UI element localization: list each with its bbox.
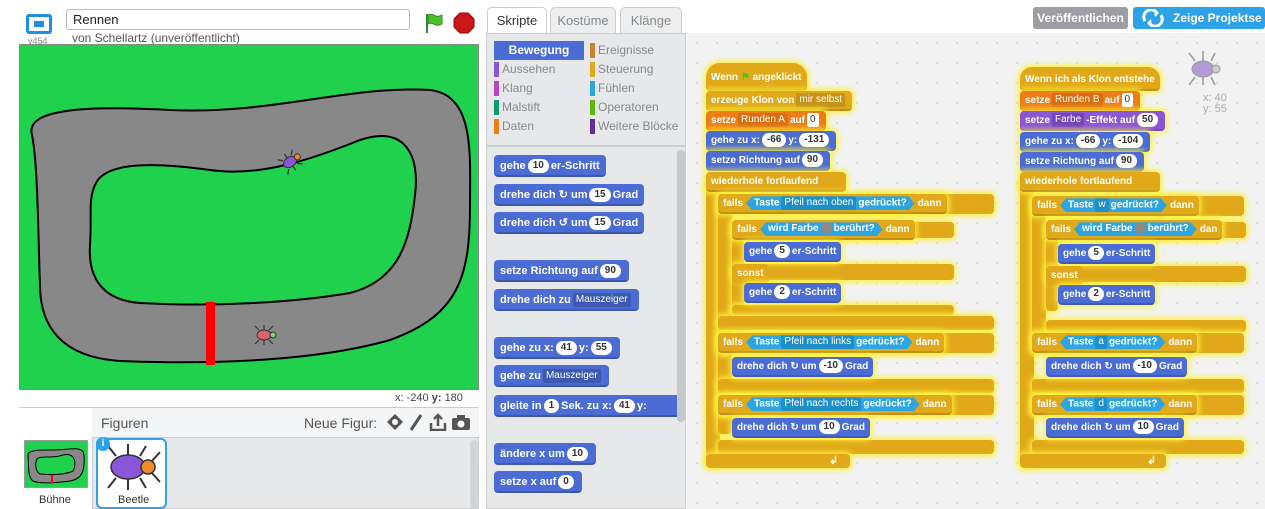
green-flag-icon[interactable] [423, 12, 445, 34]
category-pen[interactable]: Malstift [494, 98, 584, 117]
camera-icon[interactable] [451, 414, 471, 430]
stage-thumbnail[interactable] [24, 440, 88, 488]
sprites-title: Figuren [101, 415, 149, 431]
if-key-d-block[interactable]: falls Taste d gedrückt? dann [1032, 395, 1198, 415]
sprite-library-icon[interactable] [386, 413, 404, 431]
when-flag-clicked-block[interactable]: Wenn ⚑ angeklickt [706, 63, 807, 91]
project-title-input[interactable] [66, 9, 410, 30]
category-operators[interactable]: Operatoren [590, 98, 685, 117]
publish-button[interactable]: Veröffentlichen [1033, 7, 1128, 29]
green-flag-icon: ⚑ [740, 72, 750, 83]
set-variable-block[interactable]: setze Runden Aauf 0 [706, 111, 826, 131]
see-inside-icon [1142, 9, 1164, 27]
palette-point-towards-block[interactable]: drehe dich zu Mauszeiger [494, 289, 639, 311]
forever-block[interactable]: wiederhole fortlaufend [706, 172, 846, 192]
if-key-right-block[interactable]: falls Taste Pfeil nach rechts gedrückt? dann [718, 395, 952, 415]
block-palette: gehe 10 er-Schritt drehe dich ↻ um 15 Grad d… [486, 146, 686, 509]
current-sprite-preview [1188, 51, 1221, 86]
turn-10-block-2[interactable]: drehe dich ↻ um 10 Grad [1046, 418, 1184, 438]
coord-y: 180 [444, 392, 463, 404]
forever-block-2[interactable]: wiederhole fortlaufend [1020, 172, 1160, 192]
palette-glide-block[interactable]: gleite in 1 Sek. zu x: 41 y: [494, 395, 685, 417]
new-sprite-label: Neue Figur: [304, 415, 378, 431]
stage-coordinates: x: -240 y: 180 [395, 392, 463, 404]
category-sensing[interactable]: Fühlen [590, 79, 685, 98]
upload-icon[interactable] [429, 413, 447, 431]
palette-goto-block[interactable]: gehe zu Mauszeiger [494, 365, 609, 387]
stage[interactable] [19, 44, 479, 390]
palette-point-direction-block[interactable]: setze Richtung auf 90 [494, 260, 629, 282]
turn-minus-10-block-2[interactable]: drehe dich ↻ um -10 Grad [1046, 357, 1188, 377]
stop-icon[interactable] [453, 12, 475, 34]
set-variable-b-block[interactable]: setze Runden Bauf 0 [1020, 91, 1141, 111]
fullscreen-icon[interactable] [26, 14, 52, 34]
if-key-up-block[interactable]: falls Taste Pfeil nach oben gedrückt? dann [718, 194, 947, 214]
point-direction-block-2[interactable]: setze Richtung auf 90 [1020, 152, 1145, 172]
category-events[interactable]: Ereignisse [590, 41, 685, 60]
category-panel: Bewegung Aussehen Klang Malstift Daten E… [486, 33, 686, 146]
sprite-position: x: 40 y: 55 [1203, 92, 1227, 115]
else-label: sonst [732, 264, 769, 284]
point-direction-block[interactable]: setze Richtung auf 90 [706, 151, 831, 171]
coord-x: -240 [406, 392, 429, 404]
category-control[interactable]: Steuerung [590, 60, 685, 79]
palette-goto-xy-block[interactable]: gehe zu x: 41 y: 55 [494, 337, 620, 359]
category-sound[interactable]: Klang [494, 79, 584, 98]
if-key-left-block[interactable]: falls Taste Pfeil nach links gedrückt? dann [718, 333, 945, 353]
palette-turn-right-block[interactable]: drehe dich ↻ um 15 Grad [494, 184, 645, 206]
move-5-block-2[interactable]: gehe 5 er-Schritt [1058, 244, 1156, 264]
move-2-block[interactable]: gehe 2 er-Schritt [744, 283, 842, 303]
tab-costumes[interactable]: Kostüme [550, 7, 616, 34]
turn-10-block[interactable]: drehe dich ↻ um 10 Grad [732, 418, 870, 438]
category-looks[interactable]: Aussehen [494, 60, 584, 79]
palette-change-x-block[interactable]: ändere x um 10 [494, 443, 596, 465]
palette-turn-left-block[interactable]: drehe dich ↺ um 15 Grad [494, 212, 645, 234]
palette-scrollbar[interactable] [677, 150, 685, 422]
create-clone-block[interactable]: erzeuge Klon von mir selbst [706, 91, 853, 111]
script-area[interactable]: Wenn ⚑ angeklickt erzeuge Klon von mir se… [687, 33, 1265, 509]
move-2-block-2[interactable]: gehe 2 er-Schritt [1058, 285, 1156, 305]
finish-line [206, 302, 215, 365]
rotate-ccw-icon: ↺ [558, 217, 568, 229]
if-key-w-block[interactable]: falls Taste w gedrückt? dann [1032, 196, 1199, 216]
paint-brush-icon[interactable] [408, 413, 424, 431]
if-touching-color-block-2[interactable]: falls wird Farbe berührt? dan [1046, 220, 1223, 240]
else-label-2: sonst [1046, 266, 1083, 286]
when-clone-starts-block[interactable]: Wenn ich als Klon entstehe [1020, 67, 1160, 91]
goto-xy-block[interactable]: gehe zu x: -66 y: -131 [706, 131, 837, 151]
sprite-name: Beetle [118, 494, 150, 506]
race-track [20, 45, 478, 389]
category-more-blocks[interactable]: Weitere Blöcke [590, 117, 685, 136]
turn-minus-10-block[interactable]: drehe dich ↻ um -10 Grad [732, 357, 874, 377]
set-effect-block[interactable]: setze Farbe -Effekt auf 50 [1020, 111, 1166, 131]
project-byline: von Schellartz (unveröffentlicht) [72, 31, 240, 45]
loop-arrow-icon: ↲ [829, 455, 839, 467]
goto-xy-block-2[interactable]: gehe zu x: -66 y: -104 [1020, 132, 1151, 152]
tab-scripts[interactable]: Skripte [487, 7, 547, 34]
if-touching-color-block[interactable]: falls wird Farbe berührt? dann [732, 220, 915, 240]
if-key-a-block[interactable]: falls Taste a gedrückt? dann [1032, 333, 1198, 353]
stage-label: Bühne [39, 494, 71, 506]
rotate-cw-icon: ↻ [558, 189, 568, 201]
sprite-info-icon[interactable]: i [96, 437, 110, 451]
palette-set-x-block[interactable]: setze x auf 0 [494, 471, 582, 493]
category-data[interactable]: Daten [494, 117, 584, 136]
sprite-scrollbar[interactable] [470, 440, 478, 509]
loop-arrow-icon: ↲ [1147, 455, 1157, 467]
category-motion[interactable]: Bewegung [494, 41, 584, 60]
tab-sounds[interactable]: Klänge [620, 7, 682, 34]
palette-move-block[interactable]: gehe 10 er-Schritt [494, 155, 606, 177]
move-5-block[interactable]: gehe 5 er-Schritt [744, 242, 842, 262]
